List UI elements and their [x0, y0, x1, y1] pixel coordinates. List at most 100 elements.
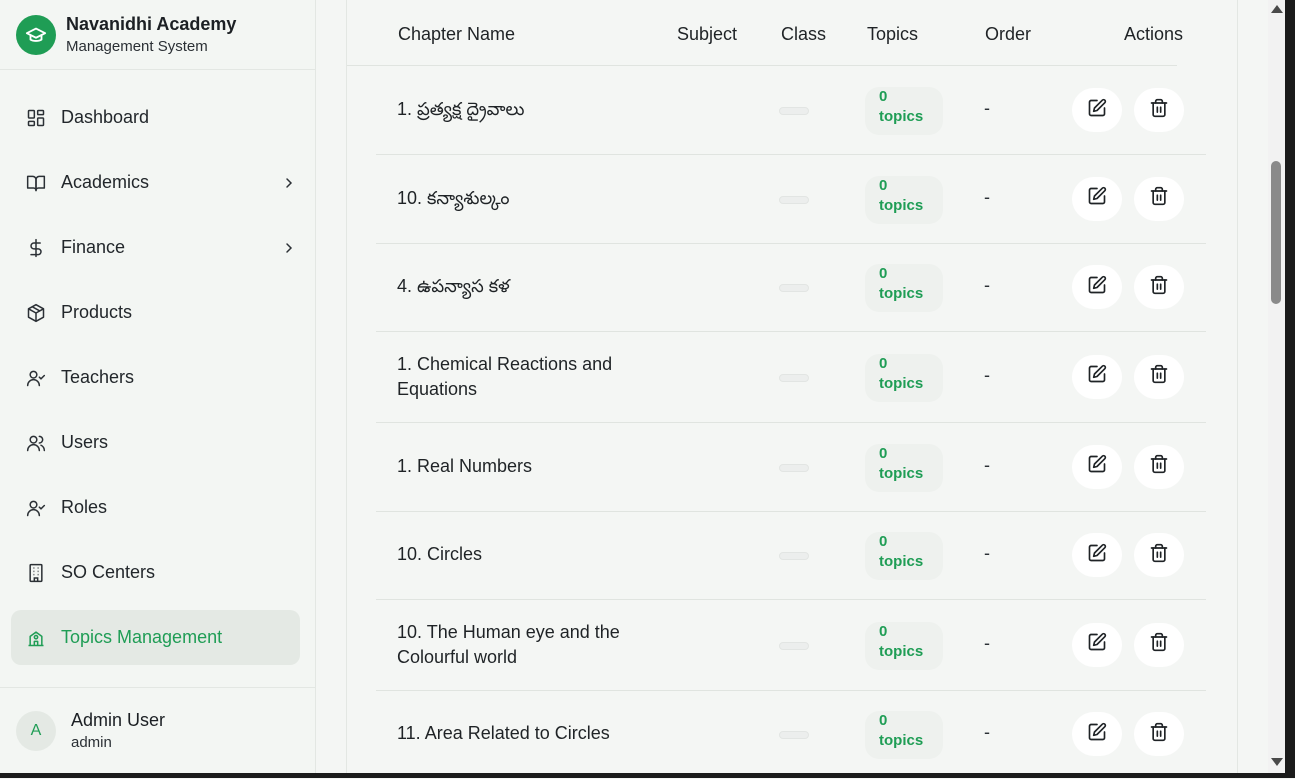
- edit-icon: [1087, 186, 1107, 211]
- topics-word: topics: [879, 732, 924, 749]
- edit-icon: [1087, 275, 1107, 300]
- graduation-cap-icon: [16, 15, 56, 55]
- brand-name: Navanidhi Academy: [66, 14, 237, 34]
- users-icon: [25, 432, 47, 454]
- chapter-name: 11. Area Related to Circles: [397, 723, 610, 743]
- topics-word: topics: [879, 374, 924, 392]
- scrollbar-thumb[interactable]: [1271, 161, 1281, 304]
- class-badge: [779, 552, 809, 560]
- trash-icon: [1149, 722, 1169, 747]
- order-value: -: [984, 275, 990, 295]
- building-icon: [25, 562, 47, 584]
- class-badge: [779, 463, 809, 472]
- table-row: 1. Chemical Reactions and Equations 0 topi…: [376, 331, 1206, 423]
- sidebar-item-academics[interactable]: Academics: [11, 155, 300, 210]
- delete-button[interactable]: [1134, 265, 1184, 309]
- edit-button[interactable]: [1072, 622, 1122, 667]
- table-row: 1. ప్రత్యక్ష ద్రైవాలు 0 topics -: [376, 66, 1206, 155]
- trash-icon: [1149, 186, 1169, 211]
- class-badge: [779, 107, 809, 115]
- sidebar-item-label: Teachers: [61, 367, 135, 387]
- delete-button[interactable]: [1134, 712, 1184, 756]
- trash-icon: [1149, 632, 1169, 657]
- sidebar-item-dashboard[interactable]: Dashboard: [11, 90, 300, 145]
- chapter-name: 10. కన్యాశుల్కం: [397, 187, 510, 208]
- topics-badge: 0 topics: [865, 87, 943, 135]
- topics-word: topics: [879, 464, 924, 482]
- topics-badge: 0 topics: [865, 621, 943, 670]
- sidebar-item-users[interactable]: Users: [11, 415, 300, 470]
- user-check-icon: [25, 497, 47, 519]
- edit-icon: [1087, 632, 1107, 657]
- class-badge: [779, 373, 809, 382]
- chapter-name: 1. ప్రత్యక్ష ద్రైవాలు: [397, 99, 525, 119]
- edit-icon: [1087, 454, 1107, 479]
- order-value: -: [984, 543, 990, 563]
- edit-icon: [1087, 722, 1107, 747]
- edit-button[interactable]: [1072, 712, 1122, 756]
- topics-word: topics: [879, 285, 924, 302]
- column-header-topics[interactable]: Topics: [867, 24, 918, 45]
- delete-button[interactable]: [1134, 88, 1184, 132]
- order-value: -: [984, 722, 990, 742]
- table-header: Chapter Name Subject Class Topics Order …: [347, 0, 1183, 66]
- topics-count: 0: [879, 265, 888, 282]
- table-row: 10. కన్యాశుల్కం 0 topics -: [376, 154, 1206, 244]
- chevron-right-icon: [278, 172, 300, 194]
- book-icon: [25, 172, 47, 194]
- user-check-icon: [25, 367, 47, 389]
- topics-count: 0: [879, 88, 888, 105]
- sidebar-item-label: Dashboard: [61, 107, 150, 127]
- table-row: 11. Area Related to Circles 0 topics -: [376, 690, 1206, 773]
- topics-word: topics: [879, 108, 924, 125]
- column-header-class[interactable]: Class: [781, 24, 826, 45]
- sidebar-item-finance[interactable]: Finance: [11, 220, 300, 275]
- column-header-order[interactable]: Order: [985, 24, 1031, 45]
- delete-button[interactable]: [1134, 622, 1184, 667]
- sidebar-item-so-centers[interactable]: SO Centers: [11, 545, 300, 600]
- column-header-chapter[interactable]: Chapter Name: [398, 24, 515, 45]
- avatar[interactable]: A: [16, 711, 56, 751]
- scroll-up-arrow-icon[interactable]: [1271, 5, 1283, 13]
- sidebar-item-products[interactable]: Products: [11, 285, 300, 340]
- delete-button[interactable]: [1134, 444, 1184, 489]
- table-row: 10. Circles 0 topics -: [376, 511, 1206, 600]
- delete-button[interactable]: [1134, 176, 1184, 221]
- edit-button[interactable]: [1072, 265, 1122, 309]
- topics-count: 0: [879, 622, 888, 640]
- delete-button[interactable]: [1134, 354, 1184, 399]
- delete-button[interactable]: [1134, 533, 1184, 577]
- chapter-name: 1. Real Numbers: [397, 455, 533, 476]
- scrollbar-track[interactable]: [1268, 0, 1285, 778]
- class-badge: [779, 284, 809, 292]
- chevron-right-icon: [278, 237, 300, 259]
- trash-icon: [1149, 98, 1169, 123]
- topics-count: 0: [879, 712, 888, 729]
- edit-button[interactable]: [1072, 354, 1122, 399]
- user-role: admin: [71, 734, 112, 751]
- topics-word: topics: [879, 642, 924, 660]
- column-header-subject[interactable]: Subject: [677, 24, 737, 45]
- sidebar-item-roles[interactable]: Roles: [11, 480, 300, 535]
- edit-button[interactable]: [1072, 444, 1122, 489]
- edit-button[interactable]: [1072, 176, 1122, 221]
- scroll-down-arrow-icon[interactable]: [1271, 758, 1283, 766]
- class-badge: [779, 195, 809, 204]
- order-value: -: [984, 454, 990, 475]
- sidebar-item-teachers[interactable]: Teachers: [11, 350, 300, 405]
- order-value: -: [984, 364, 990, 385]
- sidebar-item-label: Finance: [61, 237, 126, 257]
- school-icon: [25, 627, 47, 649]
- class-badge: [779, 641, 809, 650]
- topics-word: topics: [879, 196, 924, 214]
- dashboard-icon: [25, 107, 47, 129]
- edit-button[interactable]: [1072, 88, 1122, 132]
- chapter-name: 10. Circles: [397, 544, 483, 564]
- topics-badge: 0 topics: [865, 175, 943, 224]
- sidebar-item-topics-management[interactable]: Topics Management: [11, 610, 300, 665]
- table-row: 10. The Human eye and the Colourful worl…: [376, 599, 1206, 691]
- user-name: Admin User: [71, 710, 166, 730]
- topics-badge: 0 topics: [865, 264, 943, 312]
- edit-button[interactable]: [1072, 533, 1122, 577]
- topics-count: 0: [879, 354, 888, 372]
